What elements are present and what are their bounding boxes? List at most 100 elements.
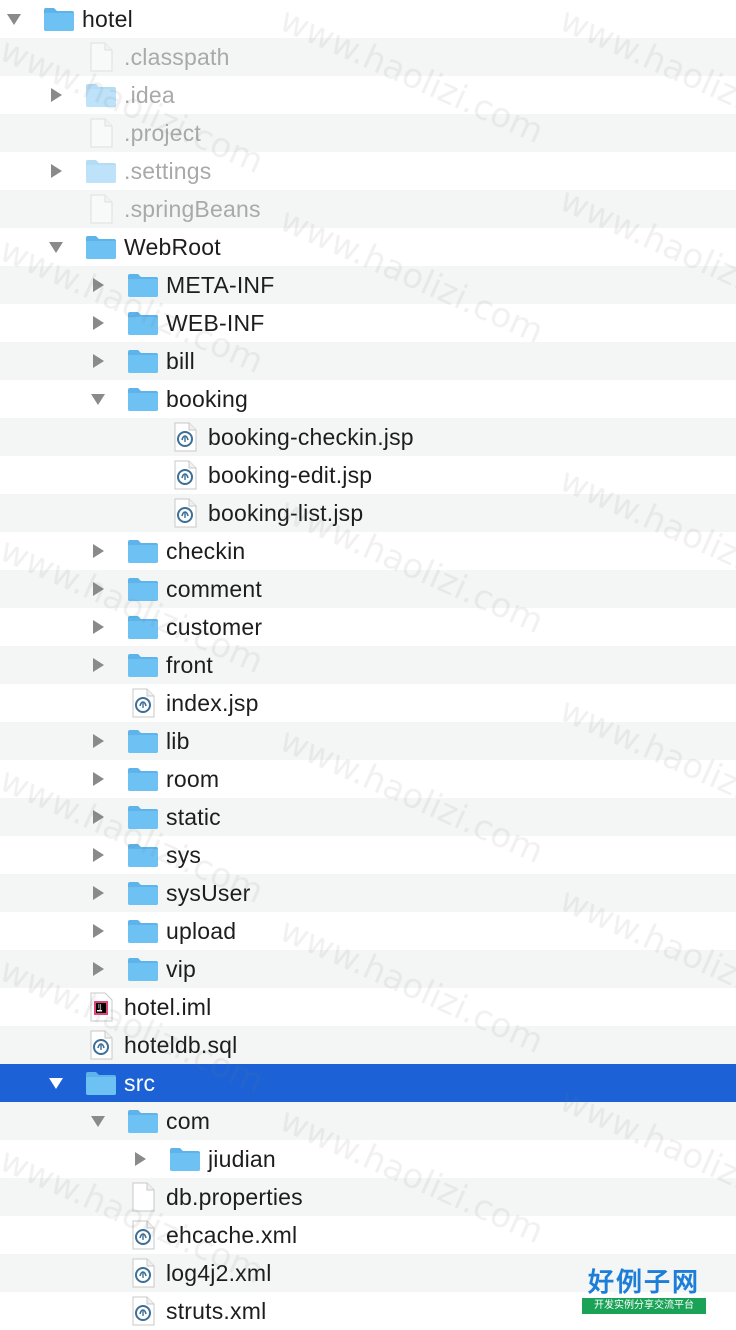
tree-item-label: upload — [166, 918, 237, 944]
tree-folder-meta-inf[interactable]: META-INF — [0, 266, 736, 304]
tree-item-label: log4j2.xml — [166, 1260, 272, 1286]
disclosure-collapsed-icon[interactable] — [46, 76, 66, 114]
disclosure-collapsed-icon[interactable] — [88, 912, 108, 950]
tree-item-label: .settings — [124, 158, 212, 184]
tree-file-booking-list-jsp[interactable]: booking-list.jsp — [0, 494, 736, 532]
tree-item-label: .idea — [124, 82, 175, 108]
tree-item-label: hotel.iml — [124, 994, 212, 1020]
folder-icon — [84, 156, 118, 186]
folder-icon — [84, 80, 118, 110]
tree-item-label: struts.xml — [166, 1298, 267, 1324]
folder-icon — [126, 612, 160, 642]
tree-folder-hotel[interactable]: hotel — [0, 0, 736, 38]
tree-folder-checkin[interactable]: checkin — [0, 532, 736, 570]
tree-item-label: WEB-INF — [166, 310, 265, 336]
document-icon — [126, 1182, 160, 1212]
web-file-icon — [168, 460, 202, 490]
disclosure-collapsed-icon[interactable] — [88, 722, 108, 760]
tree-file-hoteldb-sql[interactable]: hoteldb.sql — [0, 1026, 736, 1064]
tree-item-label: comment — [166, 576, 262, 602]
tree-item-label: db.properties — [166, 1184, 303, 1210]
file-tree: hotel .classpath .idea .project .settings .sp… — [0, 0, 736, 1330]
folder-icon — [168, 1144, 202, 1174]
disclosure-expanded-icon[interactable] — [46, 1064, 66, 1102]
tree-item-label: sys — [166, 842, 202, 868]
tree-file-springbeans[interactable]: .springBeans — [0, 190, 736, 228]
folder-icon — [126, 308, 160, 338]
tree-item-label: index.jsp — [166, 690, 259, 716]
tree-file-ehcache-xml[interactable]: ehcache.xml — [0, 1216, 736, 1254]
disclosure-collapsed-icon[interactable] — [88, 304, 108, 342]
tree-folder-comment[interactable]: comment — [0, 570, 736, 608]
folder-icon — [126, 954, 160, 984]
tree-folder-customer[interactable]: customer — [0, 608, 736, 646]
folder-icon — [42, 4, 76, 34]
disclosure-collapsed-icon[interactable] — [88, 266, 108, 304]
tree-folder-sys[interactable]: sys — [0, 836, 736, 874]
web-file-icon — [168, 422, 202, 452]
tree-file-classpath[interactable]: .classpath — [0, 38, 736, 76]
tree-item-label: sysUser — [166, 880, 251, 906]
tree-item-label: hoteldb.sql — [124, 1032, 238, 1058]
folder-icon — [126, 726, 160, 756]
tree-item-label: booking-list.jsp — [208, 500, 364, 526]
disclosure-collapsed-icon[interactable] — [88, 608, 108, 646]
disclosure-collapsed-icon[interactable] — [88, 342, 108, 380]
folder-icon — [126, 1106, 160, 1136]
tree-item-label: .springBeans — [124, 196, 261, 222]
disclosure-collapsed-icon[interactable] — [88, 646, 108, 684]
tree-folder-room[interactable]: room — [0, 760, 736, 798]
disclosure-expanded-icon[interactable] — [88, 1102, 108, 1140]
tree-item-label: META-INF — [166, 272, 275, 298]
tree-file-hotel-iml[interactable]: IJ hotel.iml — [0, 988, 736, 1026]
disclosure-collapsed-icon[interactable] — [88, 798, 108, 836]
disclosure-collapsed-icon[interactable] — [88, 532, 108, 570]
disclosure-collapsed-icon[interactable] — [130, 1140, 150, 1178]
disclosure-expanded-icon[interactable] — [46, 228, 66, 266]
tree-item-label: WebRoot — [124, 234, 221, 260]
tree-folder-webroot[interactable]: WebRoot — [0, 228, 736, 266]
tree-file-project[interactable]: .project — [0, 114, 736, 152]
folder-icon — [126, 536, 160, 566]
tree-item-label: booking-checkin.jsp — [208, 424, 414, 450]
disclosure-expanded-icon[interactable] — [4, 0, 24, 38]
tree-folder-com[interactable]: com — [0, 1102, 736, 1140]
tree-folder-vip[interactable]: vip — [0, 950, 736, 988]
tree-folder-jiudian[interactable]: jiudian — [0, 1140, 736, 1178]
tree-file-db-properties[interactable]: db.properties — [0, 1178, 736, 1216]
disclosure-collapsed-icon[interactable] — [88, 950, 108, 988]
logo-title: 好例子网 — [587, 1268, 700, 1298]
tree-folder-src[interactable]: src — [0, 1064, 736, 1102]
web-file-icon — [126, 688, 160, 718]
tree-item-label: front — [166, 652, 214, 678]
tree-folder-settings[interactable]: .settings — [0, 152, 736, 190]
tree-folder-bill[interactable]: bill — [0, 342, 736, 380]
disclosure-collapsed-icon[interactable] — [88, 760, 108, 798]
tree-file-index-jsp[interactable]: index.jsp — [0, 684, 736, 722]
disclosure-expanded-icon[interactable] — [88, 380, 108, 418]
tree-folder-booking[interactable]: booking — [0, 380, 736, 418]
tree-file-booking-checkin-jsp[interactable]: booking-checkin.jsp — [0, 418, 736, 456]
tree-item-label: com — [166, 1108, 211, 1134]
tree-folder-sysuser[interactable]: sysUser — [0, 874, 736, 912]
tree-folder-front[interactable]: front — [0, 646, 736, 684]
disclosure-collapsed-icon[interactable] — [88, 836, 108, 874]
tree-file-booking-edit-jsp[interactable]: booking-edit.jsp — [0, 456, 736, 494]
disclosure-collapsed-icon[interactable] — [88, 874, 108, 912]
disclosure-collapsed-icon[interactable] — [46, 152, 66, 190]
tree-item-label: src — [124, 1070, 156, 1096]
tree-folder-idea[interactable]: .idea — [0, 76, 736, 114]
web-file-icon — [168, 498, 202, 528]
tree-folder-upload[interactable]: upload — [0, 912, 736, 950]
tree-item-label: booking — [166, 386, 248, 412]
tree-folder-static[interactable]: static — [0, 798, 736, 836]
tree-item-label: hotel — [82, 6, 133, 32]
tree-item-label: jiudian — [208, 1146, 276, 1172]
folder-icon — [84, 1068, 118, 1098]
tree-item-label: lib — [166, 728, 190, 754]
tree-folder-lib[interactable]: lib — [0, 722, 736, 760]
tree-item-label: booking-edit.jsp — [208, 462, 373, 488]
tree-folder-web-inf[interactable]: WEB-INF — [0, 304, 736, 342]
tree-item-label: room — [166, 766, 220, 792]
disclosure-collapsed-icon[interactable] — [88, 570, 108, 608]
